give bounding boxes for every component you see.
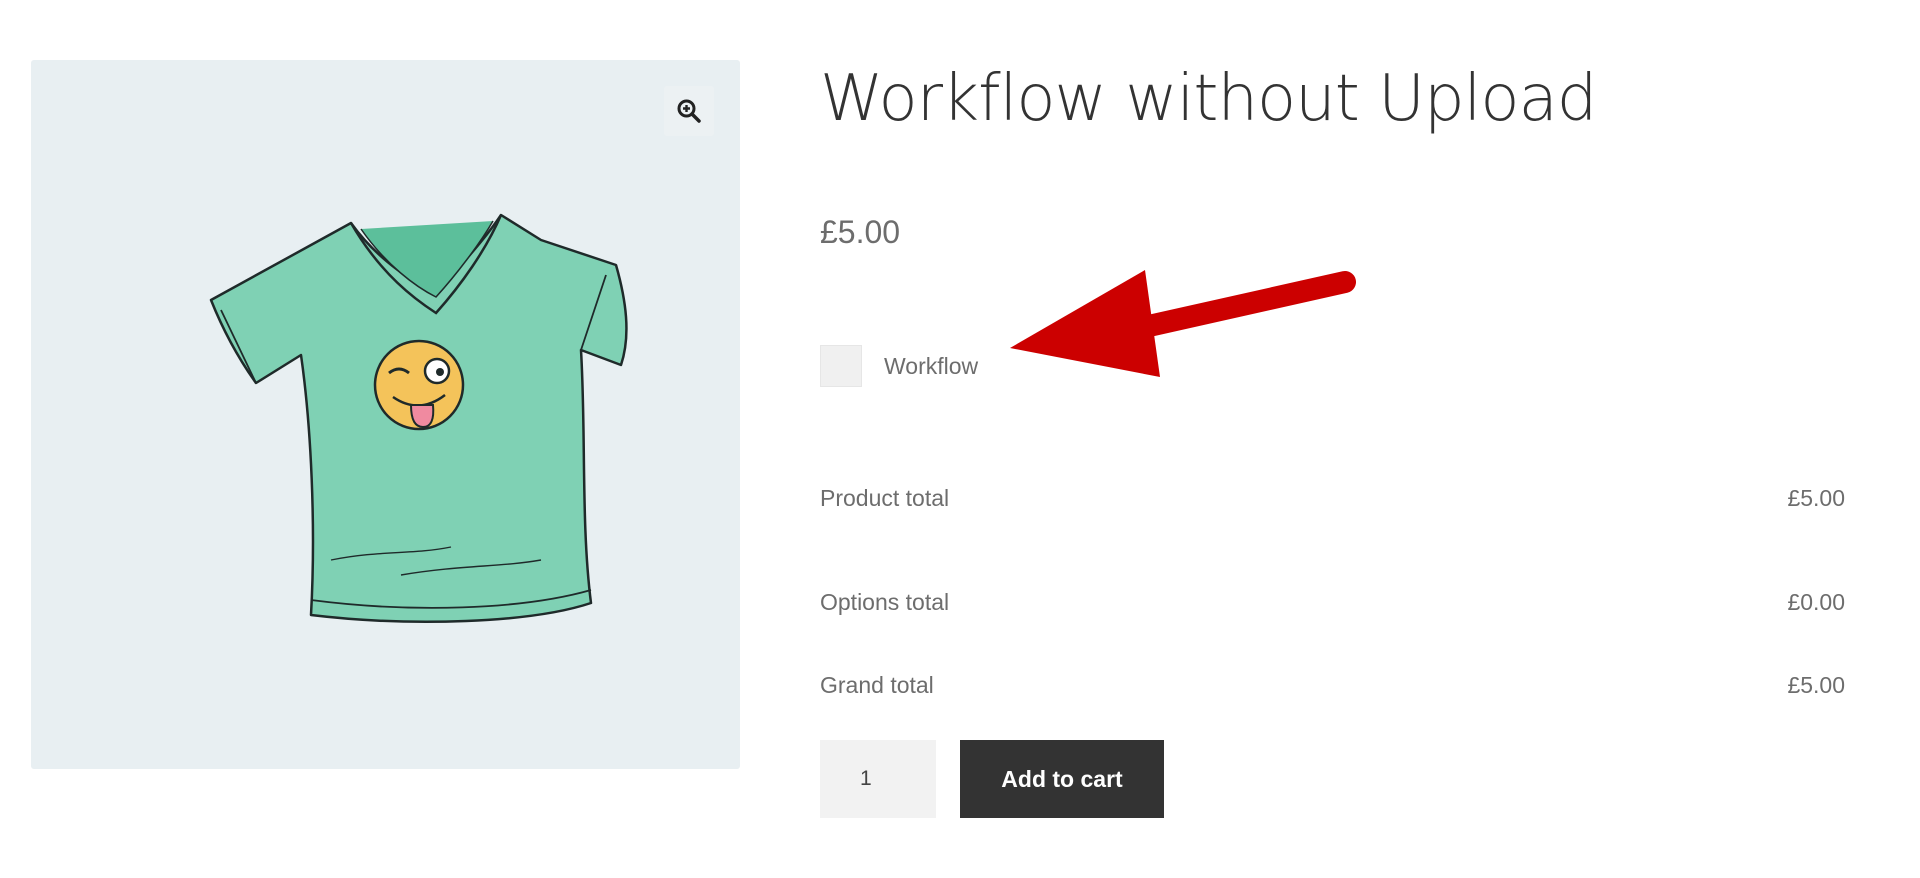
workflow-checkbox[interactable] [820,345,862,387]
tshirt-winking-emoji-image[interactable] [161,205,641,635]
product-summary: Workflow without Upload £5.00 Workflow P… [820,0,1850,878]
product-gallery [31,60,740,769]
quantity-input[interactable] [820,740,936,818]
product-page: Workflow without Upload £5.00 Workflow P… [0,0,1920,878]
total-row-grand: Grand total £5.00 [820,644,1845,727]
total-value: £5.00 [1787,484,1845,511]
total-label: Grand total [820,672,934,698]
product-title: Workflow without Upload [820,62,1597,136]
option-workflow[interactable]: Workflow [820,345,978,387]
total-label: Product total [820,484,950,511]
total-row-options: Options total £0.00 [820,561,1845,644]
workflow-option-label: Workflow [884,352,979,379]
zoom-in-icon [677,99,701,123]
total-row-product: Product total £5.00 [820,478,1845,518]
totals-table: Product total £5.00 Options total £0.00 … [820,478,1845,727]
total-label: Options total [820,589,950,615]
total-value: £0.00 [1787,589,1845,615]
zoom-button[interactable] [664,86,714,136]
product-price: £5.00 [820,214,901,250]
add-to-cart-form: Add to cart [820,740,1164,818]
total-value: £5.00 [1787,672,1845,698]
add-to-cart-button[interactable]: Add to cart [960,740,1164,818]
